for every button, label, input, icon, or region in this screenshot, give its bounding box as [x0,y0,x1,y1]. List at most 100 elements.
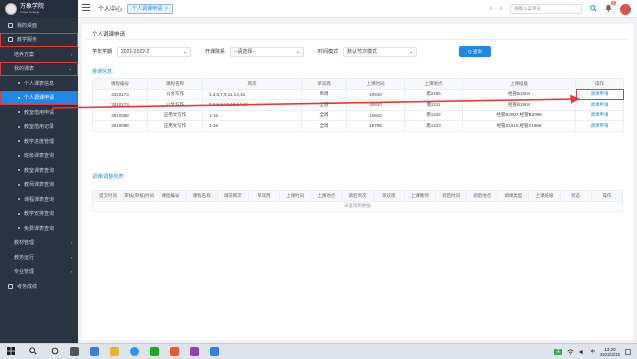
mode-select[interactable]: 默认节次模式 ⌄ [343,46,418,57]
sidebar-item-3[interactable]: 我的课表 ⌄ [0,61,78,76]
sidebar-item-12[interactable]: 课程课表查询 [0,192,78,207]
bullet-icon [18,82,20,85]
network-icon[interactable] [567,349,575,356]
sidebar-item-5[interactable]: 个人调课申请 [0,90,78,105]
dept-select[interactable]: --请选择-- ⌄ [230,46,305,57]
chevron-down-icon: ⌄ [182,48,188,55]
taskbar-app-icon[interactable] [170,347,179,356]
sidebar-menu: 我的桌面 教学服务 培养方案 › 我的课表 ⌄ 个人课表信息 个人调课申请教室借用申请教室借用… [0,18,78,294]
action-cell[interactable]: 调课申请 [575,88,624,100]
action-cell[interactable]: 调课申请 [575,99,624,111]
reschedule-apply-link[interactable]: 调课申请 [591,112,609,117]
task-view-icon[interactable] [51,347,59,357]
edge-browser-icon[interactable] [90,347,99,356]
sidebar-item-17[interactable]: 专业管理 › [0,265,78,280]
column-header: 操作 [575,78,624,90]
bullet-icon [18,212,20,215]
table-cell: 全周 [301,120,347,132]
table-cell: 经管Z1910,经管Z1989 [462,120,576,132]
reschedule-apply-link[interactable]: 调课申请 [591,102,609,107]
sidebar-item-label: 课程课表查询 [24,196,55,203]
menu-section-icon [8,283,13,289]
sidebar-item-2[interactable]: 培养方案 › [0,47,78,62]
sidebar-item-label: 考务成绩 [17,283,38,290]
sidebar-item-label: 专业管理 [14,269,35,276]
table-cell: 经管B1904 [462,99,576,111]
sidebar-item-11[interactable]: 教师课表查询 [0,178,78,193]
weather-indicator[interactable]: 天 [553,349,563,355]
avatar[interactable] [620,3,631,15]
taskbar-app-icon[interactable] [70,347,79,356]
sidebar-item-9[interactable]: 班级课表查询 [0,149,78,164]
bell-icon[interactable]: 4 [605,1,616,14]
mode-value: 默认节次模式 [347,49,378,55]
bullet-icon [18,227,20,230]
sidebar-item-label: 教室借用记录 [24,124,55,131]
record-section-label: 调课/调整列表: [92,174,125,180]
column-header: 操作 [590,190,624,202]
menu-section-icon [8,22,13,28]
reschedule-apply-link[interactable]: 调课申请 [591,123,609,128]
sidebar-item-label: 我的课表 [14,66,35,73]
reschedule-apply-link[interactable]: 调课申请 [591,91,609,96]
windows-start-icon[interactable] [7,346,15,357]
column-header: 上课时间 [279,190,312,202]
chevron-right-icon: › [70,254,72,260]
table-cell: 1-16 [202,120,302,132]
sidebar-item-18[interactable]: 考务成绩 [0,279,78,294]
sidebar-item-label: 教材管理 [14,240,35,247]
sidebar-item-label: 个人课表信息 [24,80,55,87]
sidebar-item-14[interactable]: 免费课表查询 [0,221,78,236]
column-header: 调课类型 [497,190,530,202]
title-divider [86,39,629,40]
sidebar-item-13[interactable]: 教学安排查询 [0,207,78,222]
input-language-indicator[interactable]: 中 [590,349,595,355]
sidebar-item-16[interactable]: 教务运行 › [0,250,78,265]
year-select[interactable]: 2021-2022-2 ⌄ [117,46,192,57]
chevron-down-icon: ⌄ [408,48,414,55]
sidebar-item-10[interactable]: 教室课表查询 [0,163,78,178]
volume-icon[interactable] [579,349,585,356]
filter-row: 学年学期 2021-2022-2 ⌄ 开课院系 --请选择-- ⌄ 时间模式 默… [92,46,431,57]
taskbar-app-icon[interactable] [210,347,219,356]
menu-toggle-icon[interactable] [82,4,92,13]
chevron-right-icon[interactable]: › [500,6,502,12]
ie-browser-icon[interactable] [130,347,139,356]
query-button[interactable]: Q 查询 [459,46,491,57]
sidebar-item-1[interactable]: 教学服务 [0,32,78,47]
wechat-icon[interactable] [150,347,159,356]
sidebar-item-0[interactable]: 我的桌面 [0,18,78,33]
sidebar-item-label: 个人调课申请 [24,95,55,102]
column-header: 单双周 [301,78,347,90]
table-cell: 南1222 [404,109,463,121]
notification-center-icon[interactable] [625,348,631,356]
action-cell[interactable]: 调课申请 [575,120,624,132]
column-header: 调前周次 [216,190,249,202]
windows-taskbar: 天 中 13:20 2022/3/15 [0,343,637,359]
chevron-right-icon: › [70,51,72,57]
column-header: 状态 [559,190,592,202]
sidebar-item-7[interactable]: 教室借用记录 [0,120,78,135]
file-explorer-icon[interactable] [110,347,119,356]
top-bar: 个人中心 个人调课申请 × ‹ › 请输入菜单名 4 [78,0,637,18]
column-header: 调后地点 [466,190,499,202]
sidebar-item-15[interactable]: 教材管理 › [0,236,78,251]
table-cell: 经管B1904 [462,88,576,100]
sidebar-item-6[interactable]: 教室借用申请 [0,105,78,120]
menu-search-input[interactable]: 请输入菜单名 [510,4,582,14]
system-clock[interactable]: 13:20 2022/3/15 [600,347,620,358]
schedule-section-label: 排课信息: [92,69,114,75]
sidebar-item-8[interactable]: 教学进度管理 [0,134,78,149]
close-icon[interactable]: × [165,6,168,12]
breadcrumb[interactable]: 个人中心 [98,4,122,13]
sidebar-item-label: 教务运行 [14,254,35,261]
search-icon[interactable] [29,346,37,357]
taskbar-app-icon[interactable] [190,347,199,356]
tab-personal-reschedule[interactable]: 个人调课申请 × [127,3,173,14]
sidebar-item-4[interactable]: 个人课表信息 [0,76,78,91]
search-icon[interactable] [590,4,597,14]
table-cell: 10910 [346,109,405,121]
table-cell: 3010088 [92,109,148,121]
action-cell[interactable]: 调课申请 [575,109,624,121]
chevron-left-icon[interactable]: ‹ [490,6,492,12]
